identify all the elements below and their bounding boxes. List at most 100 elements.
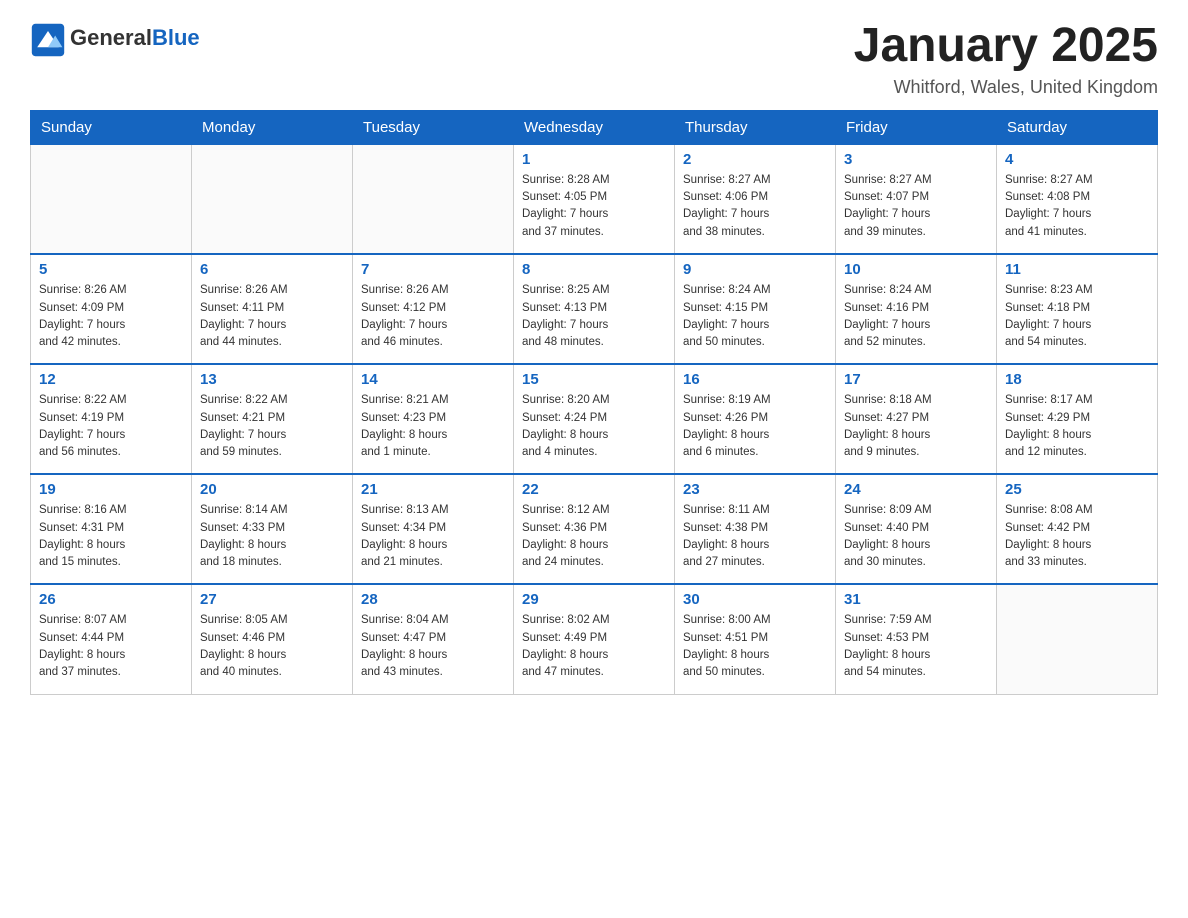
day-info: Sunrise: 8:08 AMSunset: 4:42 PMDaylight:… bbox=[1005, 502, 1149, 571]
day-number: 18 bbox=[1005, 371, 1149, 388]
day-number: 27 bbox=[200, 591, 344, 608]
day-number: 8 bbox=[522, 261, 666, 278]
day-number: 26 bbox=[39, 591, 183, 608]
calendar-cell: 1Sunrise: 8:28 AMSunset: 4:05 PMDaylight… bbox=[514, 144, 675, 254]
calendar-cell: 11Sunrise: 8:23 AMSunset: 4:18 PMDayligh… bbox=[997, 254, 1158, 364]
day-header-wednesday: Wednesday bbox=[514, 110, 675, 144]
day-header-saturday: Saturday bbox=[997, 110, 1158, 144]
logo-icon bbox=[30, 22, 66, 58]
calendar-cell: 14 Sunrise: 8:21 AMSunset: 4:23 PMDayligh… bbox=[353, 364, 514, 474]
day-number: 30 bbox=[683, 591, 827, 608]
calendar-cell: 17 Sunrise: 8:18 AMSunset: 4:27 PMDayligh… bbox=[836, 364, 997, 474]
day-number: 3 bbox=[844, 151, 988, 168]
calendar-cell bbox=[192, 144, 353, 254]
day-header-friday: Friday bbox=[836, 110, 997, 144]
logo-general-text: General bbox=[70, 25, 152, 50]
calendar-cell: 30 Sunrise: 8:00 AMSunset: 4:51 PMDayligh… bbox=[675, 584, 836, 694]
calendar-cell bbox=[997, 584, 1158, 694]
day-number: 16 bbox=[683, 371, 827, 388]
day-info: Sunrise: 8:24 AMSunset: 4:16 PMDaylight:… bbox=[844, 282, 988, 351]
day-number: 14 bbox=[361, 371, 505, 388]
day-number: 21 bbox=[361, 481, 505, 498]
calendar-header-row: SundayMondayTuesdayWednesdayThursdayFrid… bbox=[31, 110, 1158, 144]
day-info: Sunrise: 8:22 AMSunset: 4:19 PMDaylight:… bbox=[39, 392, 183, 461]
day-info: Sunrise: 8:07 AMSunset: 4:44 PMDaylight:… bbox=[39, 612, 183, 681]
day-info: Sunrise: 8:09 AMSunset: 4:40 PMDaylight:… bbox=[844, 502, 988, 571]
day-info: Sunrise: 8:27 AMSunset: 4:08 PMDaylight:… bbox=[1005, 172, 1149, 241]
logo-blue-text: Blue bbox=[152, 25, 200, 50]
day-info: Sunrise: 8:26 AMSunset: 4:11 PMDaylight:… bbox=[200, 282, 344, 351]
day-info: Sunrise: 8:20 AMSunset: 4:24 PMDaylight:… bbox=[522, 392, 666, 461]
day-info: Sunrise: 8:04 AMSunset: 4:47 PMDaylight:… bbox=[361, 612, 505, 681]
calendar-cell: 31 Sunrise: 7:59 AMSunset: 4:53 PMDayligh… bbox=[836, 584, 997, 694]
day-number: 9 bbox=[683, 261, 827, 278]
day-number: 29 bbox=[522, 591, 666, 608]
calendar-week-row: 12 Sunrise: 8:22 AMSunset: 4:19 PMDayligh… bbox=[31, 364, 1158, 474]
day-number: 23 bbox=[683, 481, 827, 498]
day-info: Sunrise: 7:59 AMSunset: 4:53 PMDaylight:… bbox=[844, 612, 988, 681]
calendar-cell: 16 Sunrise: 8:19 AMSunset: 4:26 PMDayligh… bbox=[675, 364, 836, 474]
calendar-cell: 26 Sunrise: 8:07 AMSunset: 4:44 PMDayligh… bbox=[31, 584, 192, 694]
day-info: Sunrise: 8:26 AMSunset: 4:12 PMDaylight:… bbox=[361, 282, 505, 351]
day-number: 4 bbox=[1005, 151, 1149, 168]
calendar-cell: 22Sunrise: 8:12 AMSunset: 4:36 PMDayligh… bbox=[514, 474, 675, 584]
calendar-cell: 3 Sunrise: 8:27 AMSunset: 4:07 PMDaylight… bbox=[836, 144, 997, 254]
day-info: Sunrise: 8:17 AMSunset: 4:29 PMDaylight:… bbox=[1005, 392, 1149, 461]
day-info: Sunrise: 8:18 AMSunset: 4:27 PMDaylight:… bbox=[844, 392, 988, 461]
day-info: Sunrise: 8:11 AMSunset: 4:38 PMDaylight:… bbox=[683, 502, 827, 571]
day-number: 20 bbox=[200, 481, 344, 498]
calendar-cell bbox=[353, 144, 514, 254]
day-number: 7 bbox=[361, 261, 505, 278]
day-number: 31 bbox=[844, 591, 988, 608]
day-info: Sunrise: 8:27 AMSunset: 4:07 PMDaylight:… bbox=[844, 172, 988, 241]
calendar-cell: 9Sunrise: 8:24 AMSunset: 4:15 PMDaylight… bbox=[675, 254, 836, 364]
day-info: Sunrise: 8:13 AMSunset: 4:34 PMDaylight:… bbox=[361, 502, 505, 571]
day-info: Sunrise: 8:19 AMSunset: 4:26 PMDaylight:… bbox=[683, 392, 827, 461]
day-number: 2 bbox=[683, 151, 827, 168]
calendar-cell: 12 Sunrise: 8:22 AMSunset: 4:19 PMDayligh… bbox=[31, 364, 192, 474]
day-header-sunday: Sunday bbox=[31, 110, 192, 144]
day-number: 13 bbox=[200, 371, 344, 388]
day-info: Sunrise: 8:14 AMSunset: 4:33 PMDaylight:… bbox=[200, 502, 344, 571]
day-number: 10 bbox=[844, 261, 988, 278]
location: Whitford, Wales, United Kingdom bbox=[854, 77, 1158, 98]
calendar-cell: 7 Sunrise: 8:26 AMSunset: 4:12 PMDaylight… bbox=[353, 254, 514, 364]
day-number: 1 bbox=[522, 151, 666, 168]
day-number: 19 bbox=[39, 481, 183, 498]
calendar-week-row: 19 Sunrise: 8:16 AMSunset: 4:31 PMDayligh… bbox=[31, 474, 1158, 584]
calendar-cell: 8 Sunrise: 8:25 AMSunset: 4:13 PMDaylight… bbox=[514, 254, 675, 364]
day-number: 5 bbox=[39, 261, 183, 278]
calendar-cell: 4 Sunrise: 8:27 AMSunset: 4:08 PMDaylight… bbox=[997, 144, 1158, 254]
calendar-week-row: 1Sunrise: 8:28 AMSunset: 4:05 PMDaylight… bbox=[31, 144, 1158, 254]
day-info: Sunrise: 8:23 AMSunset: 4:18 PMDaylight:… bbox=[1005, 282, 1149, 351]
day-info: Sunrise: 8:12 AMSunset: 4:36 PMDaylight:… bbox=[522, 502, 666, 571]
calendar-cell: 10 Sunrise: 8:24 AMSunset: 4:16 PMDayligh… bbox=[836, 254, 997, 364]
day-number: 15 bbox=[522, 371, 666, 388]
day-info: Sunrise: 8:00 AMSunset: 4:51 PMDaylight:… bbox=[683, 612, 827, 681]
calendar-cell: 18 Sunrise: 8:17 AMSunset: 4:29 PMDayligh… bbox=[997, 364, 1158, 474]
day-header-thursday: Thursday bbox=[675, 110, 836, 144]
calendar-cell: 27Sunrise: 8:05 AMSunset: 4:46 PMDayligh… bbox=[192, 584, 353, 694]
day-number: 28 bbox=[361, 591, 505, 608]
calendar-cell: 29Sunrise: 8:02 AMSunset: 4:49 PMDayligh… bbox=[514, 584, 675, 694]
calendar-cell: 28 Sunrise: 8:04 AMSunset: 4:47 PMDayligh… bbox=[353, 584, 514, 694]
calendar-cell: 5 Sunrise: 8:26 AMSunset: 4:09 PMDaylight… bbox=[31, 254, 192, 364]
calendar: SundayMondayTuesdayWednesdayThursdayFrid… bbox=[30, 110, 1158, 695]
page-header: GeneralBlue January 2025 Whitford, Wales… bbox=[30, 20, 1158, 98]
month-title: January 2025 bbox=[854, 20, 1158, 73]
calendar-cell: 23 Sunrise: 8:11 AMSunset: 4:38 PMDayligh… bbox=[675, 474, 836, 584]
day-info: Sunrise: 8:25 AMSunset: 4:13 PMDaylight:… bbox=[522, 282, 666, 351]
calendar-cell: 20 Sunrise: 8:14 AMSunset: 4:33 PMDayligh… bbox=[192, 474, 353, 584]
day-info: Sunrise: 8:21 AMSunset: 4:23 PMDaylight:… bbox=[361, 392, 505, 461]
day-header-tuesday: Tuesday bbox=[353, 110, 514, 144]
calendar-cell: 21 Sunrise: 8:13 AMSunset: 4:34 PMDayligh… bbox=[353, 474, 514, 584]
day-number: 17 bbox=[844, 371, 988, 388]
day-number: 25 bbox=[1005, 481, 1149, 498]
day-info: Sunrise: 8:16 AMSunset: 4:31 PMDaylight:… bbox=[39, 502, 183, 571]
calendar-week-row: 26 Sunrise: 8:07 AMSunset: 4:44 PMDayligh… bbox=[31, 584, 1158, 694]
day-number: 12 bbox=[39, 371, 183, 388]
day-info: Sunrise: 8:26 AMSunset: 4:09 PMDaylight:… bbox=[39, 282, 183, 351]
logo: GeneralBlue bbox=[30, 20, 200, 56]
calendar-cell: 13Sunrise: 8:22 AMSunset: 4:21 PMDayligh… bbox=[192, 364, 353, 474]
calendar-week-row: 5 Sunrise: 8:26 AMSunset: 4:09 PMDaylight… bbox=[31, 254, 1158, 364]
